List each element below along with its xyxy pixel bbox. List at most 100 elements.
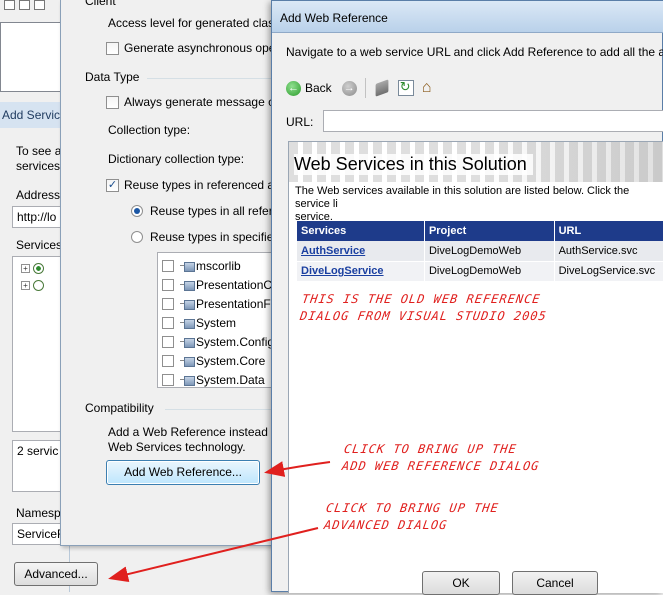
assembly-item[interactable]: PresentationC <box>162 275 272 294</box>
assembly-list[interactable]: mscorlib PresentationC PresentationFr Sy… <box>157 252 287 388</box>
service-link[interactable]: DiveLogService <box>301 265 384 277</box>
assembly-name: PresentationFr <box>196 296 275 311</box>
assembly-item[interactable]: System <box>162 313 236 332</box>
reuse-specified-label: Reuse types in specified <box>150 230 281 244</box>
service-link[interactable]: AuthService <box>301 245 365 257</box>
reuse-all-label: Reuse types in all refere <box>150 204 280 218</box>
reuse-specified-radio[interactable] <box>131 231 143 243</box>
table-row: AuthService DiveLogDemoWeb AuthService.s… <box>297 241 663 262</box>
service-reference-settings-dialog: Client Access level for generated class … <box>60 0 287 546</box>
banner-title: Web Services in this Solution <box>294 154 533 175</box>
assembly-checkbox[interactable] <box>162 278 174 291</box>
dialog-title[interactable]: Add Web Reference <box>272 1 663 33</box>
assembly-name: System.Core <box>196 353 266 368</box>
top-list-box <box>0 22 62 92</box>
always-generate-checkbox[interactable] <box>106 96 119 109</box>
compat-desc-line2: Web Services technology. <box>108 440 246 454</box>
address-label: Address <box>16 188 61 202</box>
column-header-project: Project <box>424 221 555 241</box>
stop-icon[interactable] <box>375 79 389 97</box>
back-button[interactable]: ← Back <box>286 80 332 96</box>
url-label: URL: <box>286 115 314 129</box>
back-arrow-icon: ← <box>286 80 301 96</box>
tree-node[interactable]: + <box>21 263 44 274</box>
assembly-checkbox[interactable] <box>162 297 174 310</box>
top-toolbar-icons <box>4 0 45 14</box>
assembly-item[interactable]: mscorlib <box>162 256 241 275</box>
toolbar-separator <box>364 78 366 98</box>
project-cell: DiveLogDemoWeb <box>424 261 555 282</box>
banner-description: The Web services available in this solut… <box>295 185 630 223</box>
assembly-name: System <box>196 315 237 330</box>
client-section-label: Client <box>85 0 116 8</box>
home-icon[interactable]: ⌂ <box>422 80 438 96</box>
assembly-icon <box>180 375 195 386</box>
reuse-types-checkbox[interactable]: ✓ <box>106 179 119 192</box>
assembly-checkbox[interactable] <box>162 259 174 272</box>
collection-type-label: Collection type: <box>108 123 191 137</box>
back-label: Back <box>305 81 332 95</box>
reuse-all-radio[interactable] <box>131 205 143 217</box>
generate-async-label: Generate asynchronous ope <box>124 41 276 55</box>
dialog-description: Navigate to a web service URL and click … <box>286 45 663 59</box>
cancel-button[interactable]: Cancel <box>512 571 598 595</box>
toolbar-icon[interactable] <box>4 0 15 10</box>
project-cell: DiveLogDemoWeb <box>424 241 555 262</box>
annotation-old-dialog-line1: THIS IS THE OLD WEB REFERENCE <box>301 292 542 306</box>
annotation-advanced-line2: ADVANCED DIALOG <box>323 518 449 532</box>
assembly-item[interactable]: System.Config <box>162 332 274 351</box>
assembly-checkbox[interactable] <box>162 335 174 348</box>
assembly-name: mscorlib <box>196 258 241 273</box>
toolbar-icon[interactable] <box>19 0 30 10</box>
intro-text: To see a services, <box>16 144 64 173</box>
toolbar-icon[interactable] <box>34 0 45 10</box>
assembly-checkbox[interactable] <box>162 316 174 329</box>
assembly-icon <box>180 299 195 310</box>
tree-node[interactable]: + <box>21 280 44 291</box>
assembly-name: System.Data <box>196 372 265 387</box>
table-header-row: Services Project URL <box>297 221 663 241</box>
url-cell: AuthService.svc <box>554 241 663 262</box>
dictionary-type-label: Dictionary collection type: <box>108 152 245 166</box>
section-divider <box>165 409 286 410</box>
assembly-name: PresentationC <box>196 277 273 292</box>
always-generate-label: Always generate message co <box>124 95 281 109</box>
data-type-section-label: Data Type <box>85 70 140 84</box>
browser-toolbar: ← Back → ⌂ <box>286 75 446 101</box>
compat-desc-line1: Add a Web Reference instead o <box>108 425 278 439</box>
services-table: Services Project URL AuthService DiveLog… <box>297 221 663 282</box>
services-label: Services <box>16 238 63 252</box>
assembly-icon <box>180 318 195 329</box>
expand-icon[interactable]: + <box>21 264 30 273</box>
assembly-icon <box>180 356 195 367</box>
forward-arrow-icon[interactable]: → <box>341 80 357 96</box>
assembly-item[interactable]: PresentationFr <box>162 294 275 313</box>
assembly-checkbox[interactable] <box>162 354 174 367</box>
url-input[interactable] <box>323 110 663 132</box>
ok-button[interactable]: OK <box>422 571 500 595</box>
add-web-reference-button[interactable]: Add Web Reference... <box>106 460 260 485</box>
annotation-add-web-line1: CLICK TO BRING UP THE <box>343 442 518 456</box>
service-globe-icon <box>33 263 44 274</box>
assembly-icon <box>180 261 195 272</box>
reuse-types-label: Reuse types in referenced as <box>124 178 281 192</box>
assembly-icon <box>180 337 195 348</box>
column-header-url: URL <box>554 221 663 241</box>
assembly-icon <box>180 280 195 291</box>
assembly-checkbox[interactable] <box>162 373 174 386</box>
assembly-item[interactable]: System.Data <box>162 370 265 387</box>
advanced-button[interactable]: Advanced... <box>14 562 98 586</box>
service-globe-icon <box>33 280 44 291</box>
refresh-icon[interactable] <box>397 79 414 96</box>
url-cell: DiveLogService.svc <box>554 261 663 282</box>
assembly-item[interactable]: System.Core <box>162 351 265 370</box>
table-row: DiveLogService DiveLogDemoWeb DiveLogSer… <box>297 261 663 282</box>
generate-async-checkbox[interactable] <box>106 42 119 55</box>
expand-icon[interactable]: + <box>21 281 30 290</box>
service-cell: DiveLogService <box>297 261 425 282</box>
namespace-label: Namesp <box>16 506 61 520</box>
compatibility-section-label: Compatibility <box>85 401 154 415</box>
section-divider <box>147 78 286 79</box>
service-cell: AuthService <box>297 241 425 262</box>
annotation-advanced-line1: CLICK TO BRING UP THE <box>325 501 500 515</box>
